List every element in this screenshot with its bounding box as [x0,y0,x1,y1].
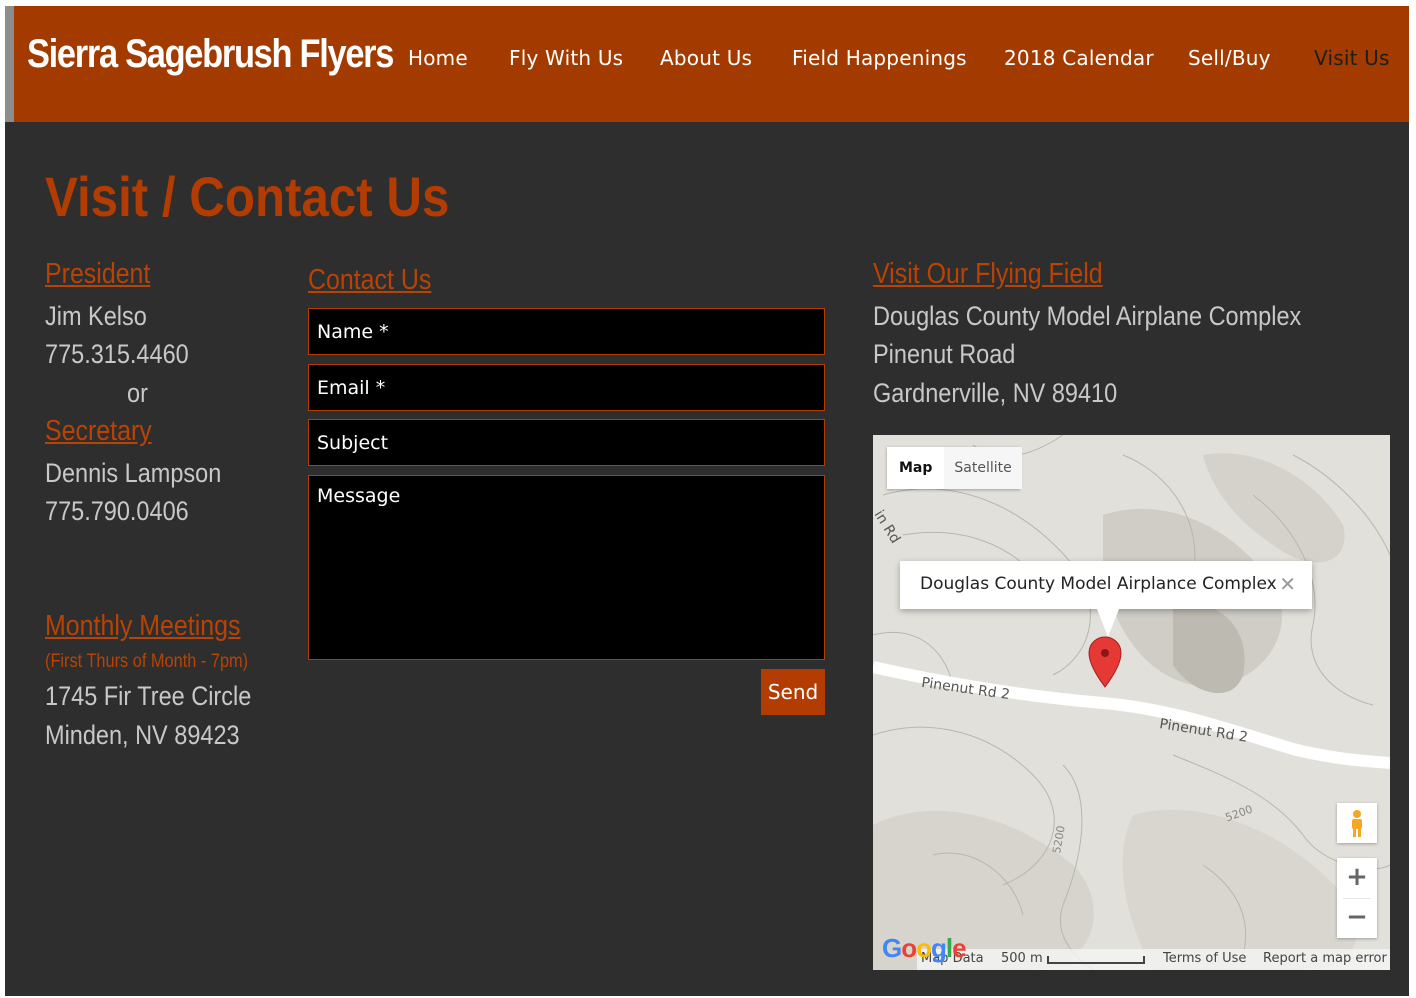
report-map-error-link[interactable]: Report a map error [1263,951,1387,966]
subject-input[interactable] [308,419,825,466]
nav-about-us[interactable]: About Us [660,46,752,70]
message-textarea[interactable] [308,475,825,660]
nav-sell-buy[interactable]: Sell/Buy [1188,46,1271,70]
secretary-heading[interactable]: Secretary [45,415,152,448]
president-phone: 775.315.4460 [45,339,189,369]
info-window-tail [1097,609,1119,637]
secretary-phone: 775.790.0406 [45,496,189,526]
monthly-meetings-heading[interactable]: Monthly Meetings [45,610,240,643]
meetings-address-line1: 1745 Fir Tree Circle [45,681,252,711]
page-title: Visit / Contact Us [45,165,450,228]
zoom-in-button[interactable]: + [1337,858,1377,898]
close-icon[interactable]: ✕ [1279,572,1296,596]
nav-field-happenings[interactable]: Field Happenings [792,46,967,70]
map-terrain [873,435,1390,970]
map-type-satellite-button[interactable]: Satellite [944,447,1022,489]
meetings-address-line2: Minden, NV 89423 [45,720,240,750]
map-scale: 500 m [1001,951,1043,966]
google-map[interactable]: Map Satellite Douglas County Model Airpl… [873,435,1390,970]
page-frame: Sierra Sagebrush Flyers Home Fly With Us… [5,6,1409,996]
contact-us-heading[interactable]: Contact Us [308,264,431,297]
send-button[interactable]: Send [761,669,825,715]
president-heading[interactable]: President [45,258,150,291]
meetings-note: (First Thurs of Month - 7pm) [45,651,249,672]
site-header: Sierra Sagebrush Flyers Home Fly With Us… [5,6,1409,122]
field-name: Douglas County Model Airplane Complex [873,301,1302,331]
secretary-name: Dennis Lampson [45,458,222,488]
info-window-text: Douglas County Model Airplance Complex [920,574,1277,594]
nav-visit-us[interactable]: Visit Us [1314,46,1390,70]
map-attribution-bar: Map Data 500 m Terms of Use Report a map… [917,949,1390,970]
street-view-pegman-icon[interactable] [1337,803,1377,843]
or-text: or [127,378,148,408]
zoom-control: + − [1337,858,1377,938]
president-name: Jim Kelso [45,301,147,331]
email-input[interactable] [308,364,825,411]
nav-2018-calendar[interactable]: 2018 Calendar [1004,46,1154,70]
name-input[interactable] [308,308,825,355]
field-road: Pinenut Road [873,339,1016,369]
field-city: Gardnerville, NV 89410 [873,378,1118,408]
nav-fly-with-us[interactable]: Fly With Us [509,46,623,70]
google-logo: Google [882,933,967,963]
main-nav: Home Fly With Us About Us Field Happenin… [5,6,1409,122]
zoom-out-button[interactable]: − [1337,898,1377,938]
terms-link[interactable]: Terms of Use [1163,951,1246,966]
map-type-map-button[interactable]: Map [887,447,944,489]
scale-bar-icon [1047,956,1145,964]
nav-home[interactable]: Home [408,46,468,70]
map-type-control: Map Satellite [887,447,1022,489]
visit-field-heading[interactable]: Visit Our Flying Field [873,258,1103,291]
map-info-window: Douglas County Model Airplance Complex ✕ [900,561,1312,609]
